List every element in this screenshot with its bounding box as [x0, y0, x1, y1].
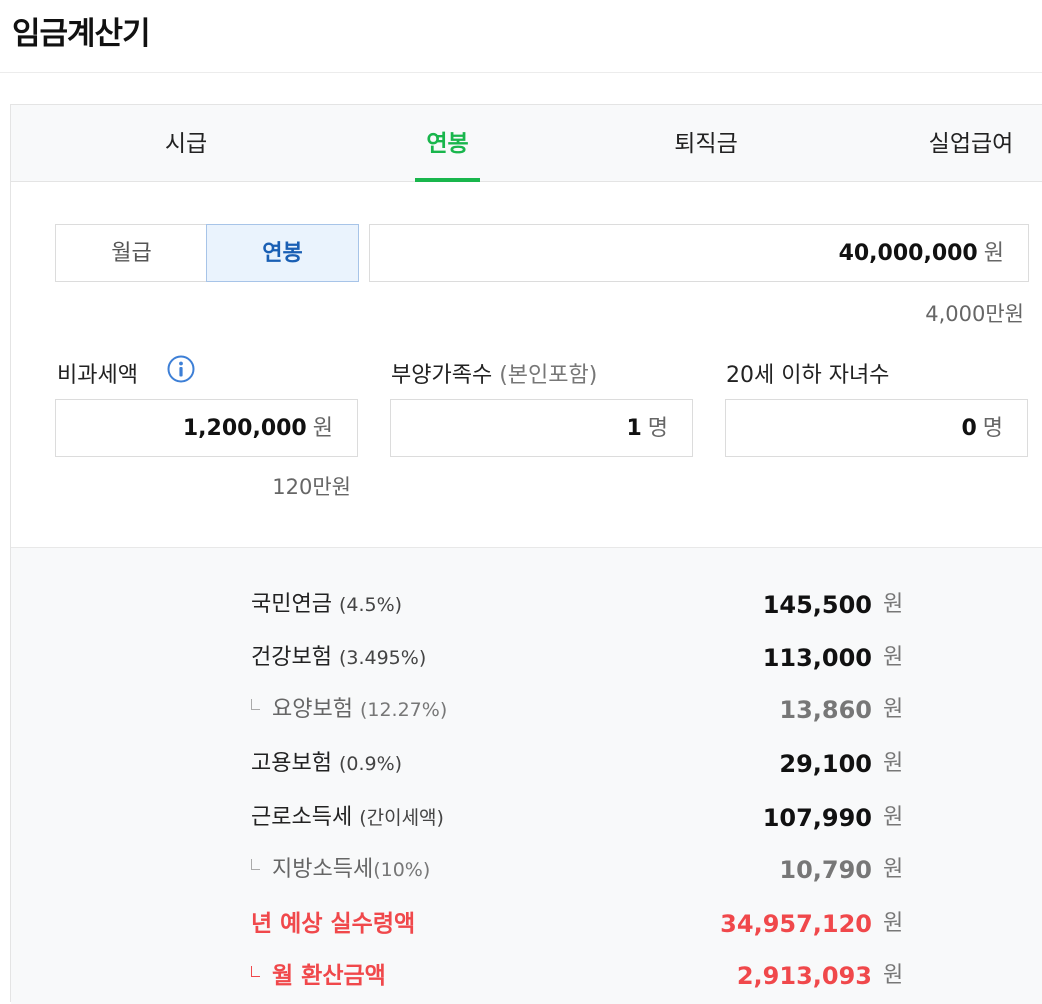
result-row-annual-net: 년 예상 실수령액 34,957,120 원	[11, 904, 1042, 944]
result-label: 건강보험 (3.495%)	[251, 645, 427, 670]
result-label: 년 예상 실수령액	[251, 911, 416, 937]
dependents-label-text: 부양가족수	[391, 363, 493, 388]
tab-annual[interactable]: 연봉	[415, 105, 480, 182]
result-value: 2,913,093	[736, 962, 872, 990]
children-unit: 명	[982, 416, 1003, 441]
non-taxable-helper: 120만원	[272, 475, 351, 499]
sub-item-corner-icon	[251, 859, 260, 870]
tab-unemployment[interactable]: 실업급여	[911, 105, 1031, 181]
result-label: 월 환산금액	[251, 956, 386, 996]
result-unit: 원	[883, 911, 904, 936]
result-value: 10,790	[779, 856, 872, 884]
children-label: 20세 이하 자녀수	[726, 363, 890, 388]
salary-helper: 4,000만원	[925, 302, 1024, 326]
result-label: 요양보험 (12.27%)	[251, 690, 447, 730]
annual-salary-toggle[interactable]: 연봉	[206, 224, 359, 282]
salary-unit: 원	[983, 241, 1004, 266]
dependents-sublabel: (본인포함)	[499, 363, 598, 388]
result-unit: 원	[883, 857, 904, 882]
result-unit: 원	[883, 963, 904, 988]
non-taxable-input[interactable]: 1,200,000 원	[55, 399, 358, 457]
non-taxable-label: 비과세액	[57, 363, 138, 388]
calculator-tabs: 시급 연봉 퇴직금 실업급여	[11, 105, 1042, 182]
dependents-value: 1	[626, 416, 642, 441]
result-row-employment: 고용보험 (0.9%) 29,100 원	[11, 744, 1042, 784]
result-value: 107,990	[762, 804, 872, 832]
result-label: 고용보험 (0.9%)	[251, 751, 403, 776]
title-divider	[0, 72, 1042, 73]
result-label: 국민연금 (4.5%)	[251, 592, 403, 617]
result-unit: 원	[883, 751, 904, 776]
sub-item-corner-icon	[251, 966, 260, 977]
results-panel: 국민연금 (4.5%) 145,500 원 건강보험 (3.495%) 113,…	[11, 547, 1042, 1004]
result-row-monthly-net: 월 환산금액 2,913,093 원	[11, 956, 1042, 996]
result-value: 145,500	[762, 591, 872, 619]
result-value: 34,957,120	[720, 910, 872, 938]
children-input[interactable]: 0명	[725, 399, 1028, 457]
result-unit: 원	[883, 645, 904, 670]
dependents-unit: 명	[647, 416, 668, 441]
non-taxable-value: 1,200,000	[182, 416, 307, 441]
page-title: 임금계산기	[12, 16, 151, 52]
sub-item-corner-icon	[251, 699, 260, 710]
wage-calculator: 시급 연봉 퇴직금 실업급여 월급 연봉 40,000,000 원 4,000만원…	[10, 104, 1042, 1004]
result-unit: 원	[883, 805, 904, 830]
result-value: 13,860	[779, 696, 872, 724]
non-taxable-unit: 원	[312, 416, 333, 441]
tab-severance[interactable]: 퇴직금	[651, 105, 761, 181]
salary-input[interactable]: 40,000,000 원	[369, 224, 1029, 282]
dependents-input[interactable]: 1명	[390, 399, 693, 457]
result-row-health: 건강보험 (3.495%) 113,000 원	[11, 638, 1042, 678]
result-row-income-tax: 근로소득세 (간이세액) 107,990 원	[11, 798, 1042, 838]
result-row-pension: 국민연금 (4.5%) 145,500 원	[11, 585, 1042, 625]
monthly-salary-toggle[interactable]: 월급	[55, 224, 207, 282]
result-unit: 원	[883, 697, 904, 722]
result-row-local-tax: 지방소득세(10%) 10,790 원	[11, 850, 1042, 890]
dependents-label: 부양가족수 (본인포함)	[391, 357, 597, 389]
tab-hourly[interactable]: 시급	[131, 105, 241, 181]
result-value: 113,000	[762, 644, 872, 672]
info-icon[interactable]	[167, 355, 195, 383]
result-row-longterm-care: 요양보험 (12.27%) 13,860 원	[11, 690, 1042, 730]
salary-value: 40,000,000	[838, 241, 978, 266]
result-unit: 원	[883, 592, 904, 617]
result-value: 29,100	[779, 750, 872, 778]
children-value: 0	[961, 416, 977, 441]
result-label: 근로소득세 (간이세액)	[251, 805, 444, 830]
result-label: 지방소득세(10%)	[251, 850, 430, 890]
